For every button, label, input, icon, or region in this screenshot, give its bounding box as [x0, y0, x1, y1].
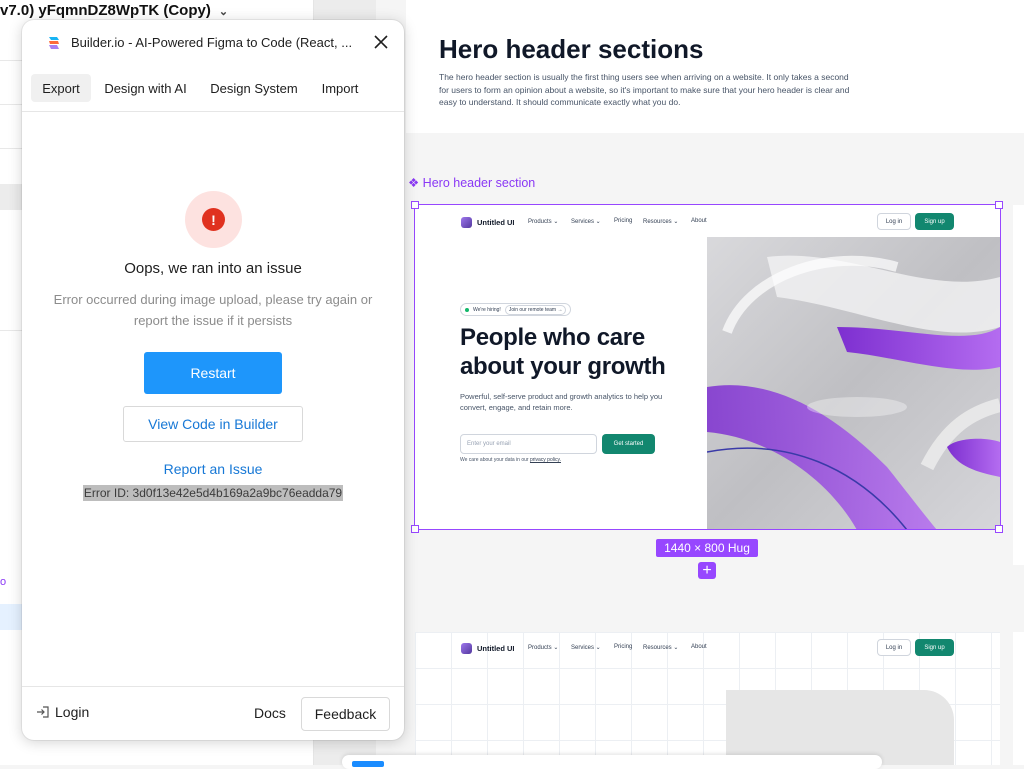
status-dot-icon: [465, 307, 469, 312]
frame-label[interactable]: ❖ Hero header section: [408, 175, 535, 190]
resize-handle[interactable]: [411, 201, 419, 209]
close-icon[interactable]: [372, 33, 390, 51]
hero-frame-2[interactable]: Untitled UI Products ⌄ Services ⌄ Pricin…: [415, 632, 1000, 765]
tab-design-with-ai[interactable]: Design with AI: [98, 74, 193, 102]
brand-name: Untitled UI: [477, 218, 515, 227]
nav-resources[interactable]: Resources ⌄: [643, 218, 678, 225]
hero-frame[interactable]: Untitled UI Products ⌄ Services ⌄ Pricin…: [415, 205, 1000, 530]
restart-button[interactable]: Restart: [144, 352, 282, 394]
privacy-link[interactable]: privacy policy.: [530, 457, 561, 463]
layer-component-icon: o: [0, 576, 7, 588]
report-issue-link[interactable]: Report an Issue: [22, 461, 404, 477]
file-title-text: v7.0) yFqmnDZ8WpTK (Copy): [0, 2, 211, 19]
hero-heading: People who care about your growth: [460, 324, 666, 380]
canvas[interactable]: Hero header sections The hero header sec…: [342, 0, 1024, 769]
layer-row-selected[interactable]: [0, 604, 22, 630]
nav-pricing[interactable]: Pricing: [614, 218, 632, 224]
hero-abstract-image: [707, 237, 1000, 530]
builder-plugin-window: Builder.io - AI-Powered Figma to Code (R…: [22, 20, 404, 740]
nav-about[interactable]: About: [691, 644, 707, 650]
error-message: Error occurred during image upload, plea…: [53, 292, 373, 328]
error-id[interactable]: Error ID: 3d0f13e42e5d4b169a2a9bc76eadda…: [83, 485, 343, 501]
file-title[interactable]: v7.0) yFqmnDZ8WpTK (Copy) ⌄: [0, 2, 228, 19]
resize-handle[interactable]: [995, 525, 1003, 533]
nav-pricing[interactable]: Pricing: [614, 644, 632, 650]
nav-services[interactable]: Services ⌄: [571, 644, 601, 651]
adjacent-frame[interactable]: [1013, 205, 1024, 565]
chevron-down-icon[interactable]: ⌄: [219, 6, 228, 18]
nav-products[interactable]: Products ⌄: [528, 644, 558, 651]
resize-handle[interactable]: [411, 525, 419, 533]
doc-title: Hero header sections: [439, 34, 704, 64]
brand-logo: [461, 217, 472, 228]
view-code-button[interactable]: View Code in Builder: [123, 406, 303, 442]
plugin-title: Builder.io - AI-Powered Figma to Code (R…: [71, 35, 353, 50]
login-link[interactable]: Login: [36, 704, 89, 720]
signup-button[interactable]: Sign up: [915, 639, 954, 656]
feedback-button[interactable]: Feedback: [301, 697, 390, 731]
error-title: Oops, we ran into an issue: [124, 260, 302, 277]
brand-logo: [461, 643, 472, 654]
nav-products[interactable]: Products ⌄: [528, 218, 558, 225]
hero-image-placeholder: [726, 690, 954, 765]
add-icon[interactable]: +: [698, 562, 716, 579]
privacy-note: We care about your data in our privacy p…: [460, 457, 561, 463]
tab-export[interactable]: Export: [31, 74, 91, 102]
badge-right-text: Join our remote team →: [504, 304, 567, 315]
plugin-footer: Login Docs Feedback: [22, 686, 404, 740]
resize-handle[interactable]: [995, 201, 1003, 209]
login-button[interactable]: Log in: [877, 639, 911, 656]
nav-services[interactable]: Services ⌄: [571, 218, 601, 225]
tab-design-system[interactable]: Design System: [204, 74, 304, 102]
login-label: Login: [55, 704, 90, 720]
doc-description: The hero header section is usually the f…: [439, 72, 850, 107]
nav-about[interactable]: About: [691, 218, 707, 224]
builder-logo-icon: [49, 37, 59, 49]
error-icon: !: [202, 208, 225, 231]
get-started-button[interactable]: Get started: [602, 434, 655, 454]
signup-button[interactable]: Sign up: [915, 213, 954, 230]
bottom-toolbar[interactable]: [342, 755, 882, 769]
hiring-badge[interactable]: We're hiring! Join our remote team →: [460, 303, 572, 316]
email-input[interactable]: Enter your email: [460, 434, 597, 454]
login-icon: [37, 706, 49, 718]
tab-import[interactable]: Import: [313, 74, 367, 102]
toolbar-active-tool[interactable]: [352, 761, 384, 767]
brand-name: Untitled UI: [477, 644, 515, 653]
login-button[interactable]: Log in: [877, 213, 911, 230]
nav-resources[interactable]: Resources ⌄: [643, 644, 678, 651]
size-badge: 1440 × 800 Hug: [656, 539, 758, 557]
doc-card: Hero header sections The hero header sec…: [406, 0, 1024, 133]
privacy-text: We care about your data in our: [460, 457, 530, 463]
adjacent-frame[interactable]: [1013, 632, 1024, 765]
badge-left-text: We're hiring!: [473, 306, 501, 313]
docs-link[interactable]: Docs: [254, 705, 286, 721]
layer-row-highlight[interactable]: [0, 184, 22, 210]
hero-subheading: Powerful, self-serve product and growth …: [460, 392, 663, 412]
plugin-header: Builder.io - AI-Powered Figma to Code (R…: [22, 20, 404, 66]
plugin-tabs: Export Design with AI Design System Impo…: [22, 66, 404, 112]
